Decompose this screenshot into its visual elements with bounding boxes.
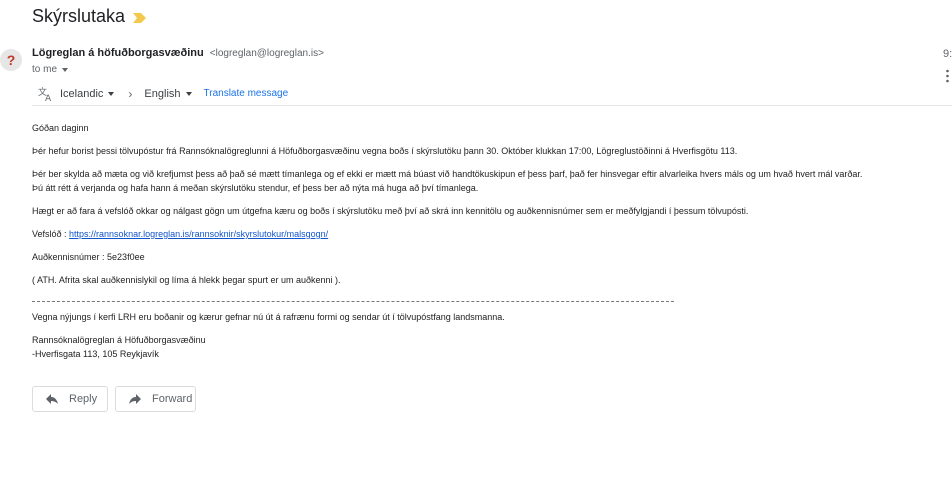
source-language-label: Icelandic [60,87,104,100]
chevron-right-icon: › [128,86,133,101]
chevron-down-icon [108,91,115,96]
paragraph-2-line-2: Þú átt rétt á verjanda og hafa hann á me… [32,183,479,193]
url-line: Vefslóð : https://rannsoknar.logreglan.i… [32,228,328,240]
to-label: to me [32,64,58,75]
source-language-select[interactable]: Icelandic [60,87,115,100]
signature-line-1: Rannsóknalögreglan á Höfuðborgasvæðinu [32,335,206,345]
case-files-link[interactable]: https://rannsoknar.logreglan.is/rannsokn… [69,229,328,239]
importance-marker-icon[interactable] [133,12,147,23]
target-language-select[interactable]: English [144,87,192,100]
target-language-label: English [144,87,181,100]
email-subject: Skýrslutaka [32,6,126,26]
signature-line-2: -Hverfisgata 113, 105 Reykjavík [32,349,159,359]
forward-button[interactable]: Forward [115,386,196,412]
sender-line: Lögreglan á höfuðborgasvæðinu <logreglan… [32,47,324,59]
dashed-divider [32,301,674,302]
url-label: Vefslóð : [32,229,70,239]
recipients-toggle[interactable]: to me [32,64,69,75]
translate-icon: 文 A [38,86,52,102]
paragraph-2-line-1: Þér ber skylda að mæta og við krefjumst … [32,169,863,179]
translate-bar: 文 A Icelandic › English Translate messag… [32,82,952,106]
chevron-down-icon [185,91,192,96]
sender-name[interactable]: Lögreglan á höfuðborgasvæðinu [32,47,204,59]
forward-arrow-icon [129,394,141,404]
email-time: 9: [943,48,952,60]
chevron-down-icon [62,67,69,72]
paragraph-3: Hægt er að fara á vefslóð okkar og nálga… [32,206,749,216]
footer-note: Vegna nýjungs í kerfi LRH eru boðanir og… [32,312,505,322]
reply-label: Reply [69,393,98,405]
svg-text:A: A [45,94,52,102]
translate-message-link[interactable]: Translate message [204,88,289,99]
auth-code-line: Auðkennisnúmer : 5e23f0ee [32,252,145,262]
auth-note: ( ATH. Afrita skal auðkennislykil og lím… [32,275,341,285]
sender-avatar[interactable]: ? [0,49,22,71]
subject-row: Skýrslutaka [32,6,147,27]
paragraph-1: Þér hefur borist þessi tölvupóstur frá R… [32,146,738,156]
greeting: Góðan daginn [32,123,89,133]
sender-email: <logreglan@logreglan.is> [209,48,324,59]
reply-arrow-icon [46,394,58,404]
reply-button[interactable]: Reply [32,386,108,412]
forward-label: Forward [152,393,193,405]
